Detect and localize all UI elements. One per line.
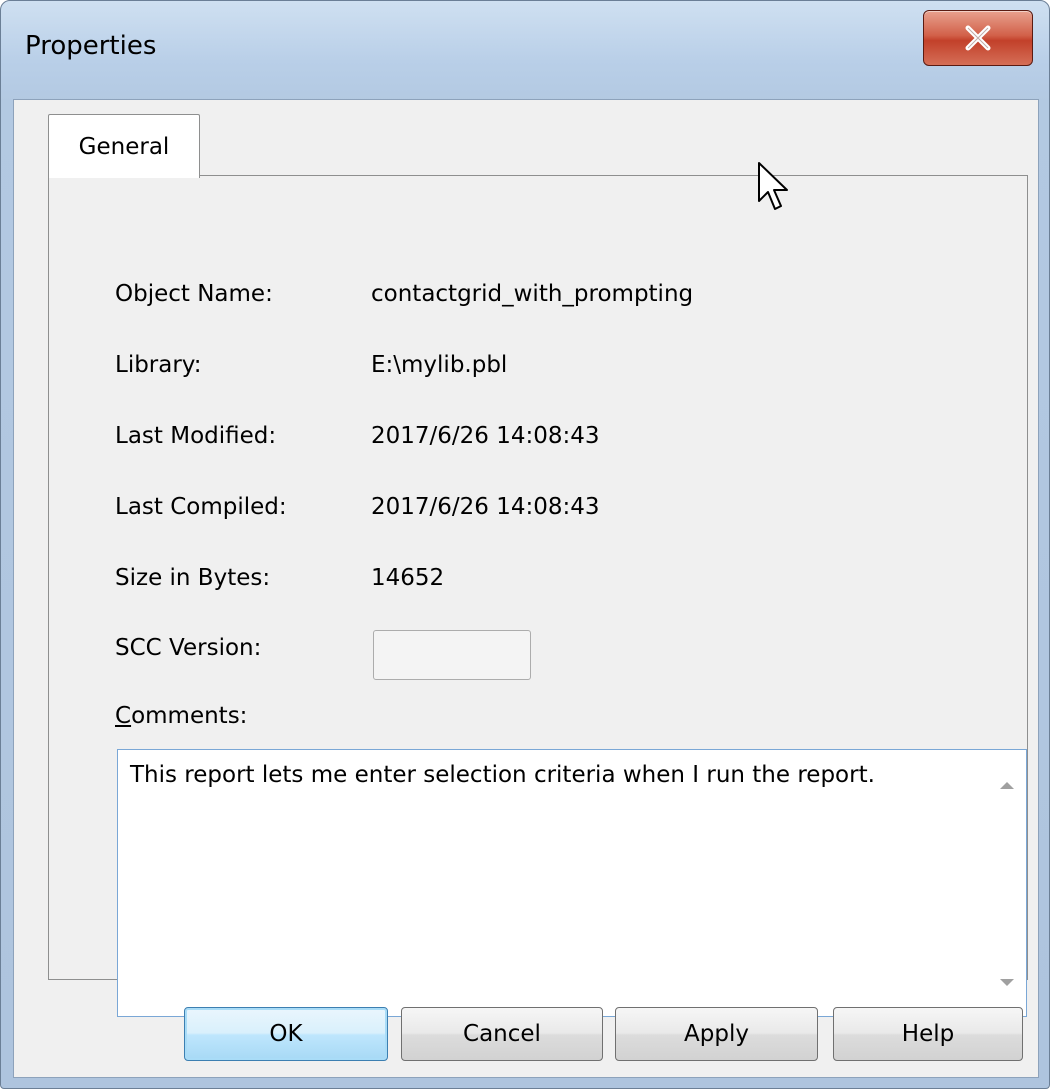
library-value: E:\mylib.pbl	[371, 352, 508, 378]
apply-button[interactable]: Apply	[615, 1007, 818, 1061]
scc-version-field	[373, 630, 531, 680]
comments-scrollbar[interactable]	[990, 750, 1026, 1016]
comments-textarea[interactable]: This report lets me enter selection crit…	[117, 749, 1027, 1017]
comments-label-accelerator: C	[115, 703, 132, 729]
last-compiled-value: 2017/6/26 14:08:43	[371, 494, 600, 520]
comments-label: Comments:	[115, 703, 247, 729]
close-button[interactable]	[923, 10, 1033, 66]
comments-label-text: omments:	[131, 703, 248, 729]
last-modified-label: Last Modified:	[115, 423, 277, 449]
mouse-pointer-icon	[758, 162, 788, 210]
help-button[interactable]: Help	[833, 1007, 1023, 1061]
object-name-value: contactgrid_with_prompting	[371, 281, 694, 307]
last-compiled-label: Last Compiled:	[115, 494, 287, 520]
cancel-button[interactable]: Cancel	[401, 1007, 603, 1061]
scroll-up-arrow-icon[interactable]	[1000, 782, 1014, 789]
properties-dialog: Properties General Object Name: contactg…	[0, 0, 1050, 1089]
general-tab-panel: Object Name: contactgrid_with_prompting …	[48, 175, 1028, 1017]
window-title: Properties	[25, 31, 157, 61]
scc-version-label: SCC Version:	[115, 635, 262, 661]
ok-button[interactable]: OK	[184, 1007, 388, 1061]
size-in-bytes-label: Size in Bytes:	[115, 565, 271, 591]
last-modified-value: 2017/6/26 14:08:43	[371, 423, 600, 449]
library-label: Library:	[115, 352, 202, 378]
close-icon	[965, 25, 991, 51]
comments-text: This report lets me enter selection crit…	[130, 762, 875, 788]
tab-general[interactable]: General	[48, 114, 200, 178]
dialog-client-area: General Object Name: contactgrid_with_pr…	[13, 99, 1039, 1078]
scroll-down-arrow-icon[interactable]	[1000, 979, 1014, 986]
object-name-label: Object Name:	[115, 281, 273, 307]
size-in-bytes-value: 14652	[371, 565, 445, 591]
